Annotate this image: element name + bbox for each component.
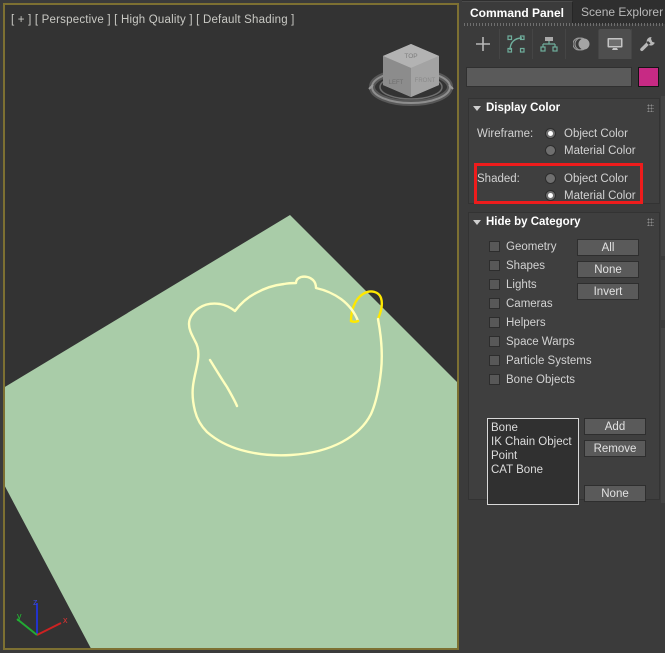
viewport-canvas[interactable]: [ + ] [ Perspective ] [ High Quality ] [… bbox=[5, 5, 457, 648]
none-button[interactable]: None bbox=[577, 261, 639, 278]
checkbox-particle-systems[interactable] bbox=[489, 355, 500, 366]
category-row-helpers[interactable]: Helpers bbox=[489, 313, 592, 332]
axis-x-label: x bbox=[63, 615, 68, 625]
panel-scrollbar-segment[interactable] bbox=[661, 260, 665, 320]
wireframe-material-color-radio[interactable] bbox=[545, 145, 556, 156]
utilities-icon[interactable] bbox=[631, 29, 664, 59]
axis-y-label: y bbox=[17, 611, 22, 621]
wireframe-row-object-color: Wireframe: Object Color bbox=[469, 125, 659, 142]
label-bone-objects: Bone Objects bbox=[506, 373, 576, 386]
display-color-rollout: Display Color Wireframe: Object Color Ma… bbox=[468, 98, 660, 204]
application-window: [ + ] [ Perspective ] [ High Quality ] [… bbox=[0, 0, 665, 653]
motion-icon[interactable] bbox=[565, 29, 598, 59]
checkbox-cameras[interactable] bbox=[489, 298, 500, 309]
invert-button[interactable]: Invert bbox=[577, 283, 639, 300]
hierarchy-icon[interactable] bbox=[532, 29, 565, 59]
object-color-swatch[interactable] bbox=[638, 67, 659, 87]
wireframe-object-color-radio[interactable] bbox=[545, 128, 556, 139]
display-icon[interactable] bbox=[598, 29, 631, 59]
shaded-material-color-label[interactable]: Material Color bbox=[564, 190, 636, 202]
create-icon[interactable] bbox=[466, 29, 499, 59]
chevron-down-icon bbox=[473, 105, 481, 111]
hide-by-category-title: Hide by Category bbox=[486, 216, 581, 228]
category-list-box[interactable]: Bone IK Chain Object Point CAT Bone bbox=[487, 418, 579, 505]
list-item[interactable]: Bone bbox=[491, 421, 575, 435]
panel-scrollbar-segment[interactable] bbox=[661, 328, 665, 503]
grip-dots-icon[interactable] bbox=[647, 218, 654, 226]
viewcube-front-label: FRONT bbox=[415, 78, 436, 84]
display-color-title: Display Color bbox=[486, 102, 561, 114]
viewport-label[interactable]: [ + ] [ Perspective ] [ High Quality ] [… bbox=[11, 14, 295, 26]
hide-by-category-header[interactable]: Hide by Category bbox=[469, 213, 659, 231]
modify-icon[interactable] bbox=[499, 29, 532, 59]
checkbox-bone-objects[interactable] bbox=[489, 374, 500, 385]
list-item[interactable]: CAT Bone bbox=[491, 463, 575, 477]
label-shapes: Shapes bbox=[506, 259, 546, 272]
label-geometry: Geometry bbox=[506, 240, 557, 253]
command-panel-toolbar bbox=[466, 28, 665, 60]
chevron-down-icon bbox=[473, 219, 481, 225]
label-cameras: Cameras bbox=[506, 297, 553, 310]
display-color-header[interactable]: Display Color bbox=[469, 99, 659, 117]
label-space-warps: Space Warps bbox=[506, 335, 575, 348]
shaded-row-material-color: Material Color bbox=[469, 187, 659, 204]
viewcube-left-label: LEFT bbox=[389, 80, 404, 86]
hide-by-category-rollout: Hide by Category Geometry Shapes Lights bbox=[468, 212, 660, 505]
checkbox-space-warps[interactable] bbox=[489, 336, 500, 347]
remove-button[interactable]: Remove bbox=[584, 440, 646, 457]
shaded-label: Shaded: bbox=[477, 172, 520, 185]
add-button[interactable]: Add bbox=[584, 418, 646, 435]
wireframe-material-color-label[interactable]: Material Color bbox=[564, 145, 636, 157]
shaded-object-color-radio[interactable] bbox=[545, 173, 556, 184]
tab-strip-dotted-separator bbox=[464, 23, 663, 26]
checkbox-lights[interactable] bbox=[489, 279, 500, 290]
wireframe-label: Wireframe: bbox=[477, 127, 534, 140]
label-helpers: Helpers bbox=[506, 316, 546, 329]
list-none-button[interactable]: None bbox=[584, 485, 646, 502]
all-button[interactable]: All bbox=[577, 239, 639, 256]
panel-tab-strip: Command Panel Scene Explorer - De bbox=[462, 0, 665, 26]
shaded-material-color-radio[interactable] bbox=[545, 190, 556, 201]
label-lights: Lights bbox=[506, 278, 537, 291]
category-row-space-warps[interactable]: Space Warps bbox=[489, 332, 592, 351]
view-cube[interactable]: TOP LEFT FRONT bbox=[367, 27, 457, 113]
shaded-row-object-color: Shaded: Object Color bbox=[469, 170, 659, 187]
label-particle-systems: Particle Systems bbox=[506, 354, 592, 367]
object-name-row bbox=[466, 66, 661, 88]
category-row-bone-objects[interactable]: Bone Objects bbox=[489, 370, 592, 389]
axis-tripod: z x y bbox=[16, 597, 68, 636]
list-item[interactable]: Point bbox=[491, 449, 575, 463]
shaded-object-color-label[interactable]: Object Color bbox=[564, 173, 628, 185]
checkbox-geometry[interactable] bbox=[489, 241, 500, 252]
list-item[interactable]: IK Chain Object bbox=[491, 435, 575, 449]
wireframe-row-material-color: Material Color bbox=[469, 142, 659, 159]
tab-command-panel[interactable]: Command Panel bbox=[462, 1, 574, 24]
wireframe-object-color-label[interactable]: Object Color bbox=[564, 128, 628, 140]
viewcube-top-label: TOP bbox=[404, 53, 417, 60]
panel-scrollbar-segment[interactable] bbox=[661, 96, 665, 256]
perspective-viewport[interactable]: [ + ] [ Perspective ] [ High Quality ] [… bbox=[3, 3, 459, 650]
grip-dots-icon[interactable] bbox=[647, 104, 654, 112]
tab-scene-explorer[interactable]: Scene Explorer - De bbox=[573, 1, 665, 24]
axis-z-label: z bbox=[33, 597, 38, 607]
object-name-input[interactable] bbox=[466, 67, 632, 87]
category-row-particle-systems[interactable]: Particle Systems bbox=[489, 351, 592, 370]
checkbox-helpers[interactable] bbox=[489, 317, 500, 328]
checkbox-shapes[interactable] bbox=[489, 260, 500, 271]
